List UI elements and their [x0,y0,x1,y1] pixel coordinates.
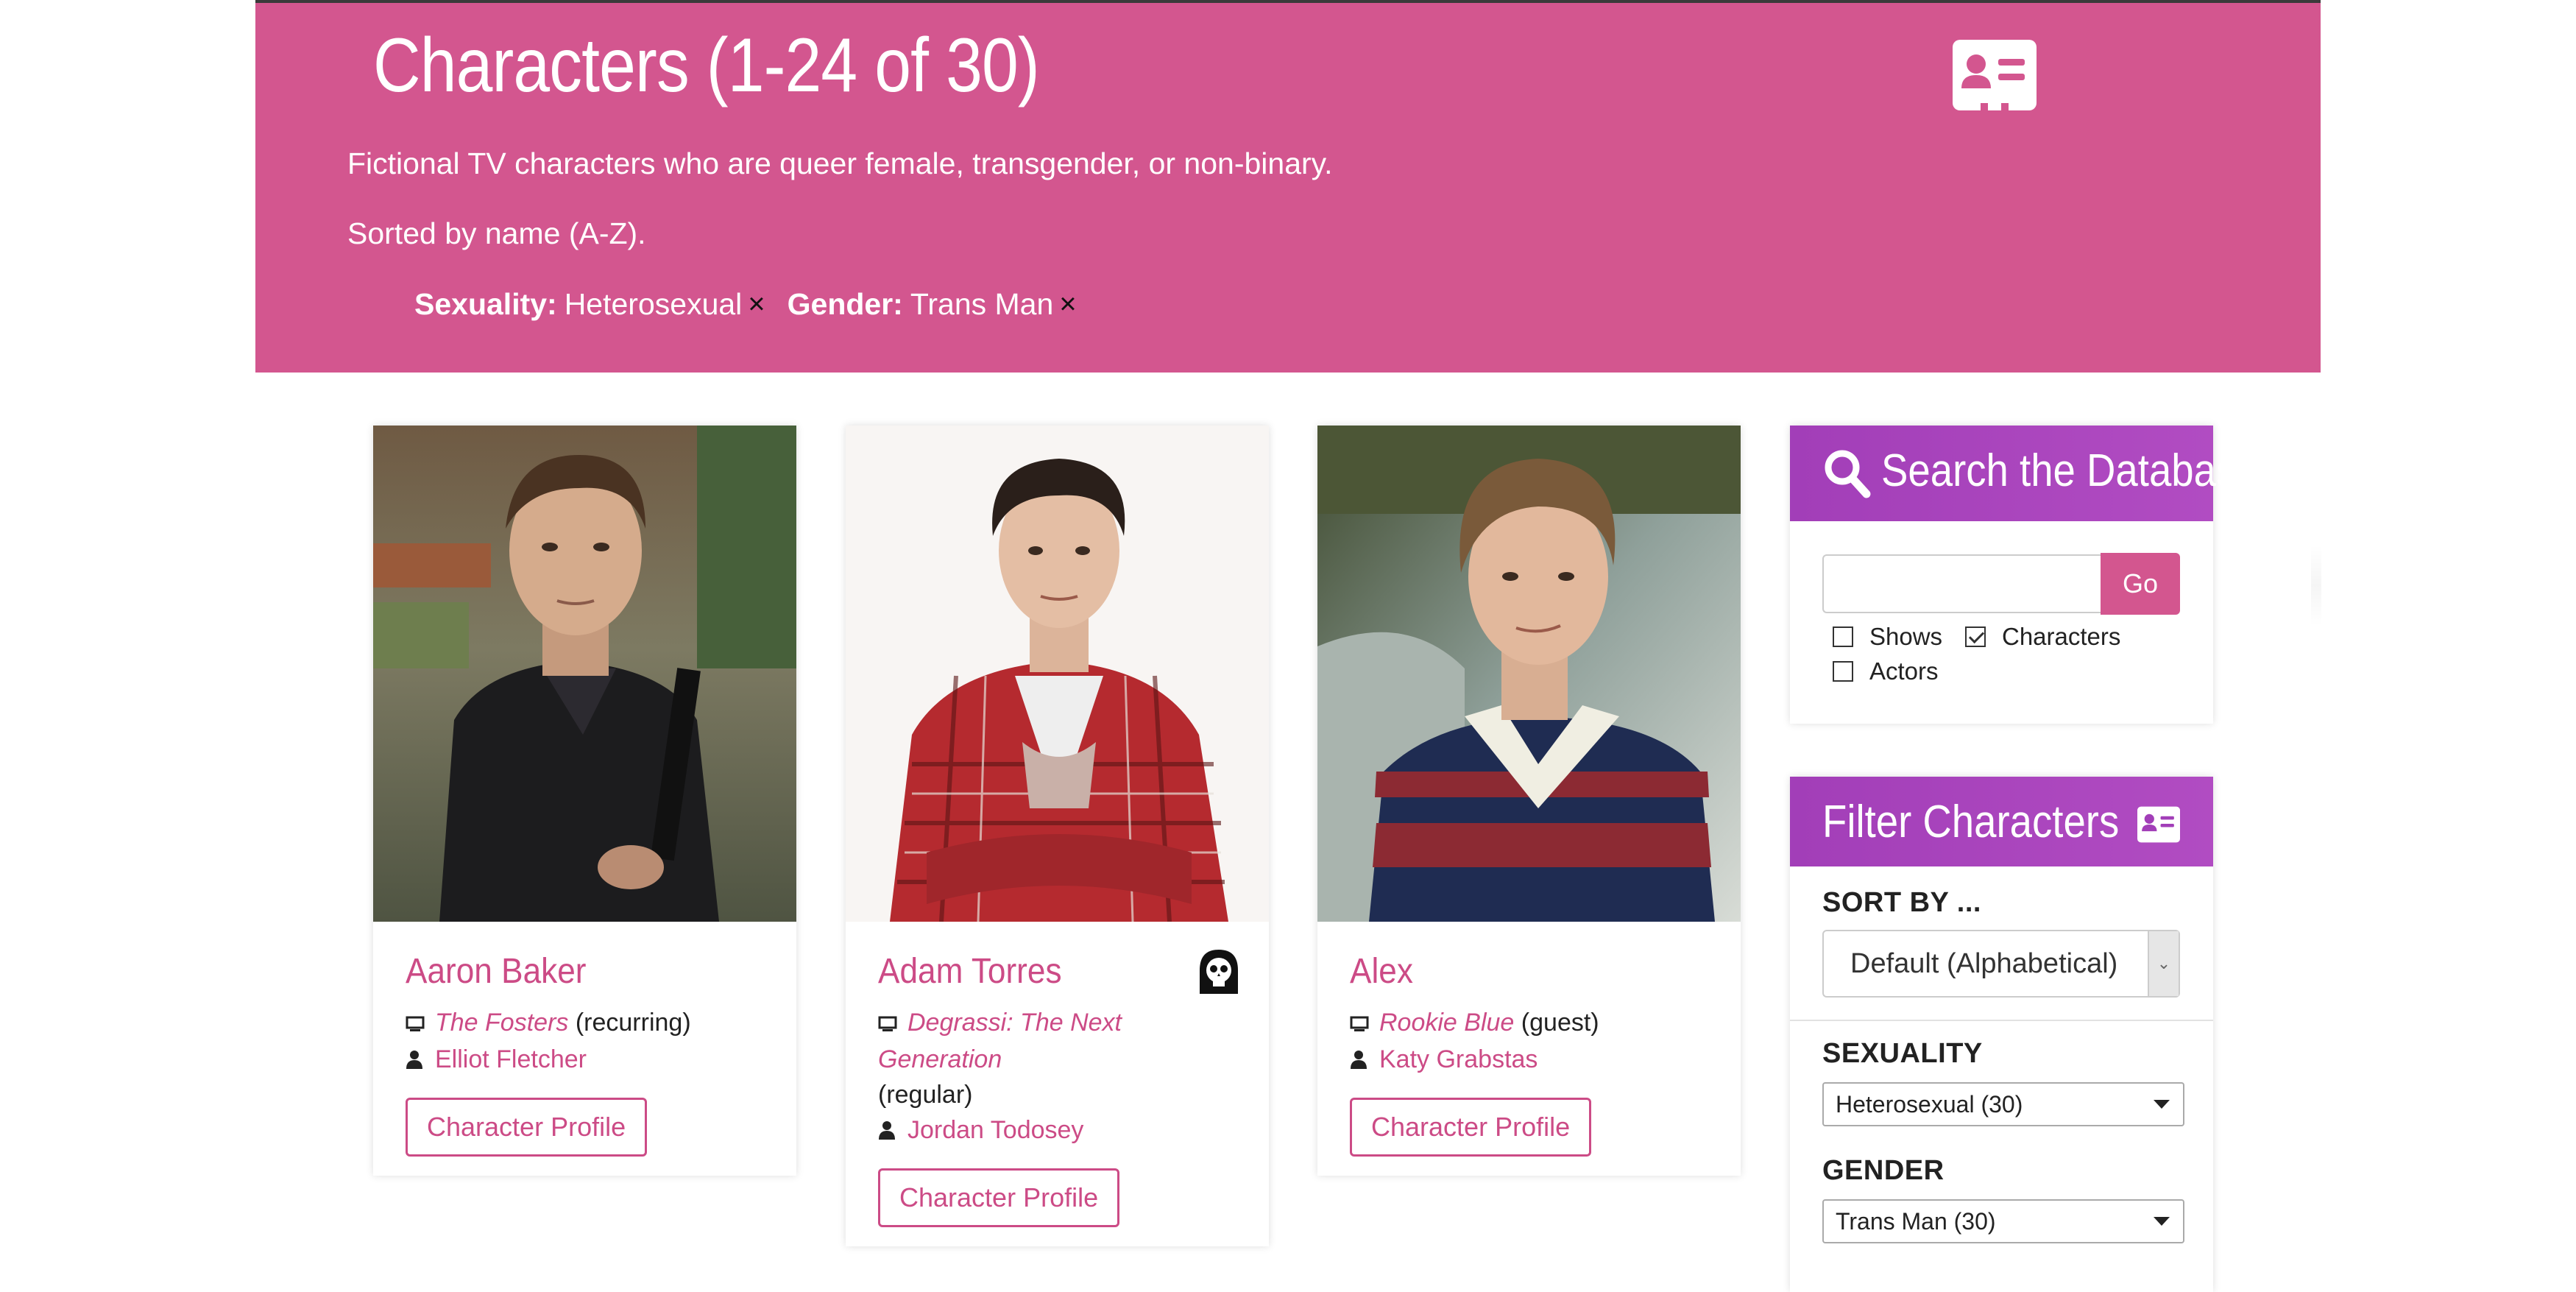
tv-icon [1350,1006,1372,1042]
divider [1790,1020,2213,1021]
role-text: (regular) [878,1081,973,1109]
caret-down-icon [2154,1100,2170,1109]
page-header: Characters (1-24 of 30) Fictional TV cha… [255,0,2321,373]
sexuality-label: SEXUALITY [1822,1038,1983,1069]
search-input[interactable] [1822,554,2101,613]
skull-icon [1200,950,1238,994]
actor-link[interactable]: Elliot Fletcher [435,1045,587,1073]
chevron-down-icon[interactable]: ⌄ [2148,931,2179,996]
page-title: Characters (1-24 of 30) [373,23,1040,108]
gender-select[interactable]: Trans Man (30) [1822,1199,2184,1243]
actor-link[interactable]: Katy Grabstas [1379,1045,1538,1073]
show-link[interactable]: The Fosters [435,1009,568,1037]
checkbox-label: Actors [1869,657,1939,685]
active-filters: Sexuality: Heterosexual × Gender: Trans … [414,287,1099,322]
checkbox-label: Characters [2002,623,2121,650]
search-panel: Search the Database Go Shows Characters … [1790,426,2259,724]
character-name-link[interactable]: Aaron Baker [406,951,735,992]
filter-panel: Filter Characters SORT BY ... Default (A… [1790,777,2213,1292]
remove-gender-filter-icon[interactable]: × [1059,288,1076,321]
person-icon [878,1114,900,1149]
search-panel-header: Search the Database [1790,426,2259,521]
show-link[interactable]: Rookie Blue [1379,1009,1514,1037]
filter-gender-value: Trans Man [910,287,1054,321]
id-card-icon [1953,40,2037,110]
go-button[interactable]: Go [2101,553,2180,615]
sexuality-select-value: Heterosexual (30) [1836,1090,2023,1118]
sort-description: Sorted by name (A-Z). [347,216,646,250]
checkbox-box[interactable] [1833,626,1853,647]
actor-link[interactable]: Jordan Todosey [907,1116,1083,1144]
person-icon [406,1043,428,1079]
search-panel-title: Search the Database [1881,445,2259,496]
caret-down-icon [2154,1217,2170,1226]
character-name-link[interactable]: Alex [1350,951,1680,992]
show-link[interactable]: Degrassi: The Next Generation [878,1009,1122,1073]
search-icon [1825,450,1871,498]
tv-icon [878,1006,900,1042]
filter-panel-title: Filter Characters [1822,797,2120,847]
checkbox-label: Shows [1869,623,1943,650]
page-description: Fictional TV characters who are queer fe… [347,147,1333,180]
role-text: (recurring) [575,1009,691,1037]
character-name-link[interactable]: Adam Torres [878,951,1208,992]
character-photo[interactable] [373,426,796,922]
shows-checkbox[interactable]: Shows [1833,623,1942,651]
character-photo[interactable] [846,426,1269,922]
character-card: Aaron Baker The Fosters (recurring) Elli… [373,426,796,1176]
character-card: Adam Torres Degrassi: The Next Generatio… [846,426,1269,1247]
filter-panel-header: Filter Characters [1790,777,2213,866]
tv-icon [406,1006,428,1042]
gender-select-value: Trans Man (30) [1836,1207,1996,1235]
role-text: (guest) [1521,1009,1599,1037]
edge-shadow [2311,545,2321,626]
character-photo[interactable] [1317,426,1741,922]
characters-checkbox[interactable]: Characters [1965,623,2120,651]
checkbox-box[interactable] [1965,626,1986,647]
filter-gender-key: Gender: [787,287,903,321]
character-profile-button[interactable]: Character Profile [1350,1098,1592,1157]
person-icon [1350,1043,1372,1079]
character-profile-button[interactable]: Character Profile [878,1168,1120,1228]
sort-by-label: SORT BY ... [1822,887,1981,918]
gender-label: GENDER [1822,1155,1945,1186]
filter-sexuality-value: Heterosexual [564,287,743,321]
sort-select[interactable]: Default (Alphabetical) ⌄ [1822,930,2180,998]
id-card-icon [2137,806,2180,843]
remove-sexuality-filter-icon[interactable]: × [748,288,765,321]
sort-select-value: Default (Alphabetical) [1850,947,2118,979]
sexuality-select[interactable]: Heterosexual (30) [1822,1082,2184,1126]
character-profile-button[interactable]: Character Profile [406,1098,648,1157]
actors-checkbox[interactable]: Actors [1833,657,1939,685]
checkbox-box[interactable] [1833,661,1853,682]
filter-sexuality-key: Sexuality: [414,287,557,321]
character-card: Alex Rookie Blue (guest) Katy Grabstas C… [1317,426,1741,1176]
